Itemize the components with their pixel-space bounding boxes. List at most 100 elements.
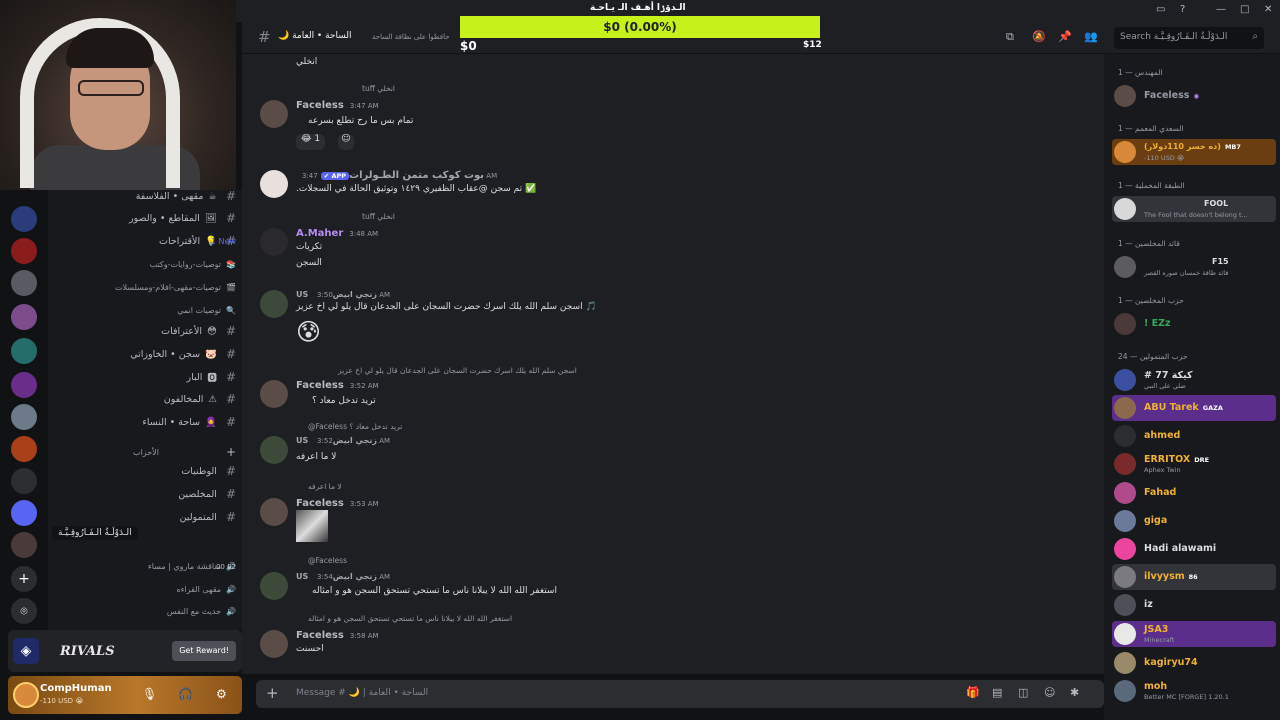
server-icon[interactable] [11, 436, 37, 462]
donation-max: $12 [803, 40, 822, 50]
avatar[interactable] [260, 436, 288, 464]
avatar[interactable] [260, 100, 288, 128]
search-input[interactable]: Search الـدَوْلَـةُ الـفَـارُوقِـيَّـة ⌕ [1114, 27, 1264, 49]
avatar [1114, 652, 1136, 674]
add-reaction-icon[interactable]: ☺ [338, 134, 354, 150]
member-item[interactable]: moh Better MC [FORGE] 1.20.1 [1112, 678, 1276, 704]
gif-icon[interactable]: ▤ [992, 686, 1002, 699]
mute-icon[interactable]: 🔕 [1032, 30, 1046, 43]
reaction-chip[interactable]: 😂 1 [296, 134, 326, 150]
member-item[interactable]: (ده خسر 110دولار) MB7 -110 USD 😭 [1112, 139, 1276, 165]
server-icon[interactable] [11, 468, 37, 494]
avatar[interactable] [260, 380, 288, 408]
member-group-header: الطبقة المخملية — 1 [1118, 181, 1185, 190]
avatar[interactable] [260, 498, 288, 526]
search-icon: ⌕ [1252, 31, 1258, 42]
member-item[interactable]: ABU Tarek GAZA [1112, 395, 1276, 421]
voice-channel[interactable]: # المتمولين [56, 507, 236, 527]
discover-icon[interactable]: ⌾ [11, 598, 37, 624]
sticker-icon[interactable]: ◫ [1018, 686, 1028, 699]
settings-icon[interactable]: ⚙ [216, 687, 227, 701]
avatar[interactable] [260, 290, 288, 318]
member-item[interactable]: ERRITOX DRE Aphex Twin [1112, 451, 1276, 477]
avatar[interactable] [260, 630, 288, 658]
emoji-icon[interactable]: ☺ [1044, 686, 1055, 699]
voice-channel[interactable]: # المخلصين [56, 484, 236, 504]
apps-icon[interactable]: ✱ [1070, 686, 1079, 699]
message-author[interactable]: Faceless 3:47 AM [296, 100, 379, 111]
add-server-icon[interactable]: + [11, 566, 37, 592]
donation-amount: $0 (0.00%) [603, 20, 677, 34]
close-icon[interactable]: ✕ [1264, 4, 1272, 15]
server-icon[interactable] [11, 372, 37, 398]
message-composer[interactable]: + Message # 🌙 | الساحة • العامة 🎁 ▤ ◫ ☺ … [256, 680, 1104, 708]
member-item[interactable]: ahmed [1112, 423, 1276, 449]
member-item[interactable]: ilvyysm 86 [1112, 564, 1276, 590]
thread-item[interactable]: 🎬 توصيات-مقهى-افلام-ومسلسلات [72, 277, 236, 297]
voice-channel[interactable]: # الوطنيات [56, 461, 236, 481]
member-item[interactable]: kagiryu74 [1112, 650, 1276, 676]
channel-item[interactable]: # 😳 الأعترافات [56, 321, 236, 341]
server-icon[interactable] [11, 304, 37, 330]
message-author[interactable]: US زنجي ابيض3:52 AM [296, 436, 390, 445]
get-reward-button[interactable]: Get Reward! [172, 641, 236, 661]
member-item[interactable]: giga [1112, 508, 1276, 534]
maximize-icon[interactable]: □ [1240, 4, 1249, 15]
voice-channel[interactable]: 🔊 مقهى القراءه [56, 579, 237, 599]
promo-banner[interactable]: ◈ RIVALS Get Reward! [8, 630, 242, 672]
voice-channel[interactable]: 🔊 حديث مع النفس [56, 601, 236, 621]
message-author[interactable]: Faceless 3:58 AM [296, 630, 379, 641]
members-icon[interactable]: 👥 [1084, 30, 1098, 43]
channel-item[interactable]: # ⚠ المخالفون [56, 389, 236, 409]
server-icon[interactable] [11, 206, 37, 232]
minimize-icon[interactable]: — [1216, 4, 1226, 15]
server-icon[interactable] [11, 338, 37, 364]
attach-plus-icon[interactable]: + [266, 684, 279, 702]
server-icon[interactable] [11, 270, 37, 296]
member-item[interactable]: # 77 كيكة صلي على النبي [1112, 367, 1276, 393]
message-author[interactable]: Faceless 3:52 AM [296, 380, 379, 391]
server-icon[interactable] [11, 404, 37, 430]
member-item[interactable]: Faceless ◉ [1112, 83, 1276, 109]
microphone-icon[interactable]: 🎙 [142, 687, 157, 701]
channel-item[interactable]: # 🐷 سجن • الخاوزاتي [56, 344, 236, 364]
server-icon[interactable] [11, 238, 37, 264]
message-author[interactable]: بوت كوكب متمن الطـولرات✔ APP3:47 AM [296, 170, 497, 181]
channel-item[interactable]: # ☕ مقهى • الفلاسفة [56, 186, 236, 206]
server-icon[interactable] [11, 532, 37, 558]
avatar[interactable] [13, 682, 39, 708]
avatar[interactable] [260, 170, 288, 198]
member-item[interactable]: Hadi alawami [1112, 536, 1276, 562]
message-author[interactable]: A.Maher 3:48 AM [296, 228, 378, 239]
pin-icon[interactable]: 📌 [1058, 30, 1072, 43]
gift-icon[interactable]: 🎁 [966, 686, 980, 699]
avatar[interactable] [260, 572, 288, 600]
voice-channel[interactable]: 🔊 مناقشة ماروي | مساء [56, 556, 236, 576]
member-item[interactable]: F15 قائد طاقة خمسان صوره القصر [1112, 254, 1276, 280]
channel-item[interactable]: # 🧕 ساحة • النساء [56, 412, 236, 432]
server-icon[interactable] [11, 500, 37, 526]
headphones-icon[interactable]: 🎧 [178, 687, 193, 701]
image-attachment[interactable] [296, 510, 328, 542]
thread-item[interactable]: 📚 توصيات-روايات-وكتب [72, 254, 236, 274]
message-author[interactable]: US زنجي ابيض3:54 AM [296, 572, 390, 581]
channel-item[interactable]: # 🅾 البار [56, 367, 236, 387]
thread-item[interactable]: 🔍 توصيات انمي [72, 300, 236, 320]
donation-title: الـدۆۯا أهـف الـ يـاحـة [590, 3, 686, 13]
category-header[interactable]: الأحزاب + [56, 442, 236, 462]
inbox-icon[interactable]: ▭ [1156, 4, 1165, 15]
speaker-icon: 🔊 [226, 584, 236, 594]
threads-icon[interactable]: ⧉ [1006, 30, 1014, 44]
member-item[interactable]: FOOL The Fool that doesn't belong t... [1112, 196, 1276, 222]
help-icon[interactable]: ? [1180, 4, 1185, 15]
message-author[interactable]: US زنجي ابيض3:50 AM [296, 290, 390, 299]
member-item[interactable]: Fahad [1112, 480, 1276, 506]
message-author[interactable]: Faceless 3:53 AM [296, 498, 379, 509]
member-item[interactable]: iz [1112, 592, 1276, 618]
member-item[interactable]: JSA3 Minecraft [1112, 621, 1276, 647]
user-status: -110 USD 😭 [40, 697, 84, 705]
avatar[interactable] [260, 228, 288, 256]
channel-item[interactable]: # 💡 الأقتراحات 1 New [56, 231, 236, 251]
channel-item[interactable]: # 🖼 المقاطع • والصور [56, 208, 236, 228]
member-item[interactable]: ! EZz [1112, 311, 1276, 337]
